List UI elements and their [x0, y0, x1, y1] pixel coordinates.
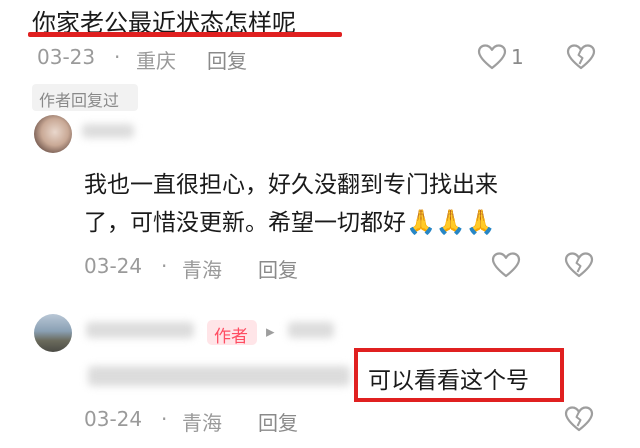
meta-separator: ·	[114, 45, 121, 69]
reply-text-line1: 我也一直很担心，好久没翻到专门找出来	[84, 172, 498, 198]
broken-heart-icon[interactable]	[564, 251, 594, 279]
meta-separator: ·	[161, 407, 168, 431]
author-badge: 作者	[207, 320, 257, 347]
reply-location: 青海	[182, 411, 222, 435]
author-replied-tag-label: 作者回复过	[39, 91, 120, 110]
reply-date: 03-24	[84, 407, 143, 431]
username-blurred[interactable]	[82, 124, 134, 138]
like-count: 1	[511, 45, 524, 69]
reply-date: 03-24	[84, 254, 143, 278]
praying-hands-emoji: 🙏🙏🙏	[406, 208, 496, 236]
heart-outline-icon[interactable]	[477, 43, 507, 71]
author-badge-label: 作者	[214, 327, 248, 347]
meta-separator: ·	[161, 254, 168, 278]
username-blurred[interactable]	[86, 322, 194, 338]
broken-heart-icon[interactable]	[566, 43, 596, 71]
heart-outline-icon[interactable]	[491, 251, 521, 279]
reply-text-blurred	[88, 366, 350, 386]
author-replied-tag: 作者回复过	[32, 84, 138, 111]
reply-button[interactable]: 回复	[258, 407, 298, 436]
reply-target-username-blurred[interactable]	[288, 322, 334, 338]
reply-location: 青海	[182, 258, 222, 282]
highlight-underline	[28, 32, 342, 37]
reply-button[interactable]: 回复	[258, 254, 298, 283]
avatar[interactable]	[34, 314, 72, 352]
reply-button[interactable]: 回复	[207, 45, 247, 74]
highlighted-reply-text: 可以看看这个号	[368, 368, 529, 394]
broken-heart-icon[interactable]	[564, 405, 594, 433]
avatar[interactable]	[34, 115, 72, 153]
reply-text-line2-content: 了，可惜没更新。希望一切都好	[84, 210, 406, 236]
comment-date: 03-23	[37, 45, 96, 69]
reply-to-arrow-icon: ▸	[266, 322, 275, 342]
reply-text-line2: 了，可惜没更新。希望一切都好🙏🙏🙏	[84, 203, 496, 237]
comment-location: 重庆	[136, 49, 176, 73]
